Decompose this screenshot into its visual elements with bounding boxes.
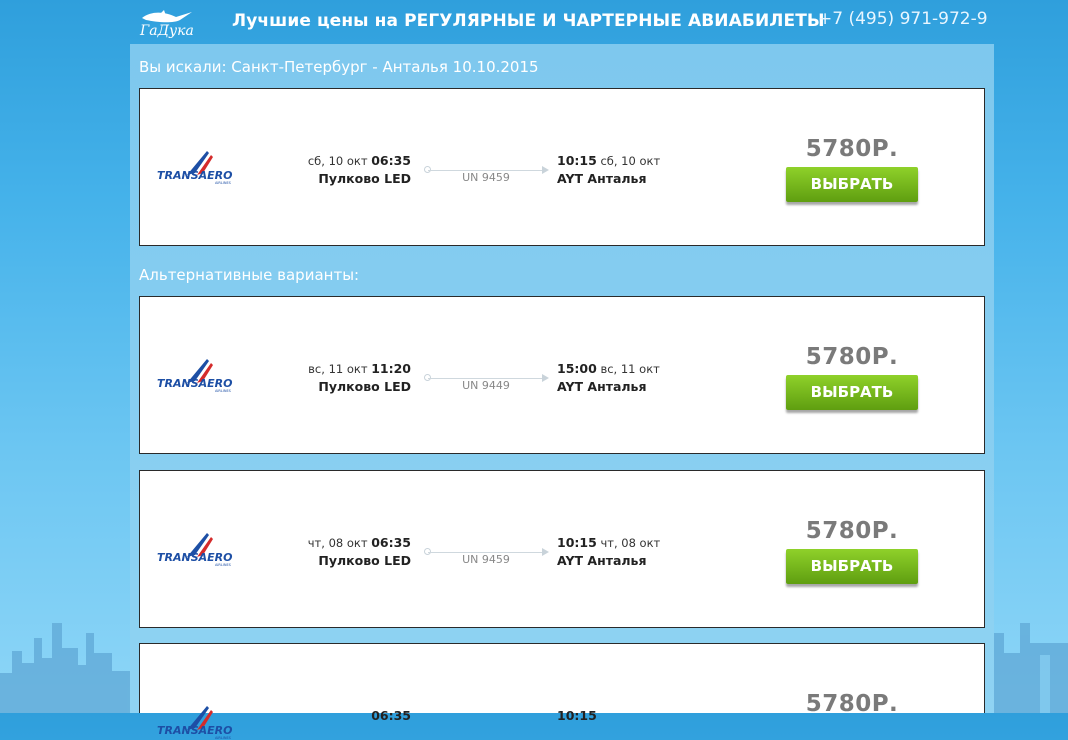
departure-airport: Пулково LED [318, 171, 411, 186]
arrival-date: сб, 10 окт [600, 154, 661, 168]
select-flight-button[interactable]: ВЫБРАТЬ [786, 167, 918, 202]
transaero-logo: TRANSAERO AIRLINES [157, 533, 232, 567]
departure-time: 11:20 [371, 361, 411, 376]
transaero-logo: TRANSAERO AIRLINES [157, 151, 232, 185]
search-summary-title: Вы искали: Санкт-Петербург - Анталья 10.… [139, 58, 539, 76]
transaero-logo: TRANSAERO AIRLINES [157, 706, 232, 740]
arrival-time: 10:15 [557, 535, 597, 550]
site-header: ГаДука Лучшие цены на РЕГУЛЯРНЫЕ И ЧАРТЕ… [0, 0, 1068, 44]
svg-text:AIRLINES: AIRLINES [215, 181, 232, 185]
flight-result-card: TRANSAERO AIRLINES чт, 08 окт 06:35 Пулк… [139, 470, 985, 628]
departure-date: вс, 11 окт [308, 362, 368, 376]
arrival-date: чт, 08 окт [600, 536, 661, 550]
svg-text:AIRLINES: AIRLINES [215, 389, 232, 393]
flight-number: UN 9449 [462, 379, 510, 392]
departure-airport: Пулково LED [318, 553, 411, 568]
svg-text:AIRLINES: AIRLINES [215, 736, 232, 740]
flight-result-card: TRANSAERO AIRLINES вс, 11 окт 11:20 Пулк… [139, 296, 985, 454]
departure-time: 06:35 [371, 708, 411, 723]
departure-info: чт, 08 окт 06:35 Пулково LED [308, 535, 411, 568]
arrival-airport: AYT Анталья [557, 379, 647, 394]
price: 5780Р. [805, 518, 899, 544]
arrival-airport: AYT Анталья [557, 171, 647, 186]
arrival-info: 15:00 вс, 11 окт AYT Анталья [557, 361, 660, 394]
departure-date: чт, 08 окт [307, 536, 368, 550]
arrival-info: 10:15 чт, 08 окт AYT Анталья [557, 535, 660, 568]
arrival-date: вс, 11 окт [600, 362, 660, 376]
transaero-logo: TRANSAERO AIRLINES [157, 359, 232, 393]
flight-number: UN 9459 [462, 553, 510, 566]
price: 5780Р. [805, 136, 899, 162]
gaduka-logo[interactable]: ГаДука [136, 8, 198, 38]
route-arrow-icon [542, 548, 549, 556]
svg-text:AIRLINES: AIRLINES [215, 563, 232, 567]
arrival-airport: AYT Анталья [557, 553, 647, 568]
flight-result-card: TRANSAERO AIRLINES сб, 10 окт 06:35 Пулк… [139, 88, 985, 246]
arrival-time: 15:00 [557, 361, 597, 376]
arrival-info: 10:15 сб, 10 окт AYT Анталья [557, 153, 660, 186]
price: 5780Р. [805, 344, 899, 370]
flight-number: UN 9459 [462, 171, 510, 184]
arrival-time: 10:15 [557, 708, 597, 723]
arrival-info: 10:15 [557, 708, 597, 723]
departure-time: 06:35 [371, 535, 411, 550]
header-title: Лучшие цены на РЕГУЛЯРНЫЕ И ЧАРТЕРНЫЕ АВ… [232, 11, 825, 31]
departure-info: вс, 11 окт 11:20 Пулково LED [308, 361, 411, 394]
route-arrow-icon [542, 374, 549, 382]
departure-date: сб, 10 окт [307, 154, 368, 168]
departure-info: сб, 10 окт 06:35 Пулково LED [308, 153, 411, 186]
select-flight-button[interactable]: ВЫБРАТЬ [786, 375, 918, 410]
arrival-time: 10:15 [557, 153, 597, 168]
select-flight-button[interactable]: ВЫБРАТЬ [786, 549, 918, 584]
header-phone[interactable]: +7 (495) 971-972-9 [818, 9, 988, 29]
price: 5780Р. [805, 691, 899, 717]
results-panel: Вы искали: Санкт-Петербург - Анталья 10.… [130, 44, 994, 740]
route-arrow-icon [542, 166, 549, 174]
flight-result-card: TRANSAERO AIRLINES 06:35 10:15 5780Р. [139, 643, 985, 740]
departure-airport: Пулково LED [318, 379, 411, 394]
alternatives-title: Альтернативные варианты: [139, 266, 360, 284]
departure-info: 06:35 [371, 708, 411, 723]
departure-time: 06:35 [371, 153, 411, 168]
svg-text:ГаДука: ГаДука [139, 23, 194, 38]
